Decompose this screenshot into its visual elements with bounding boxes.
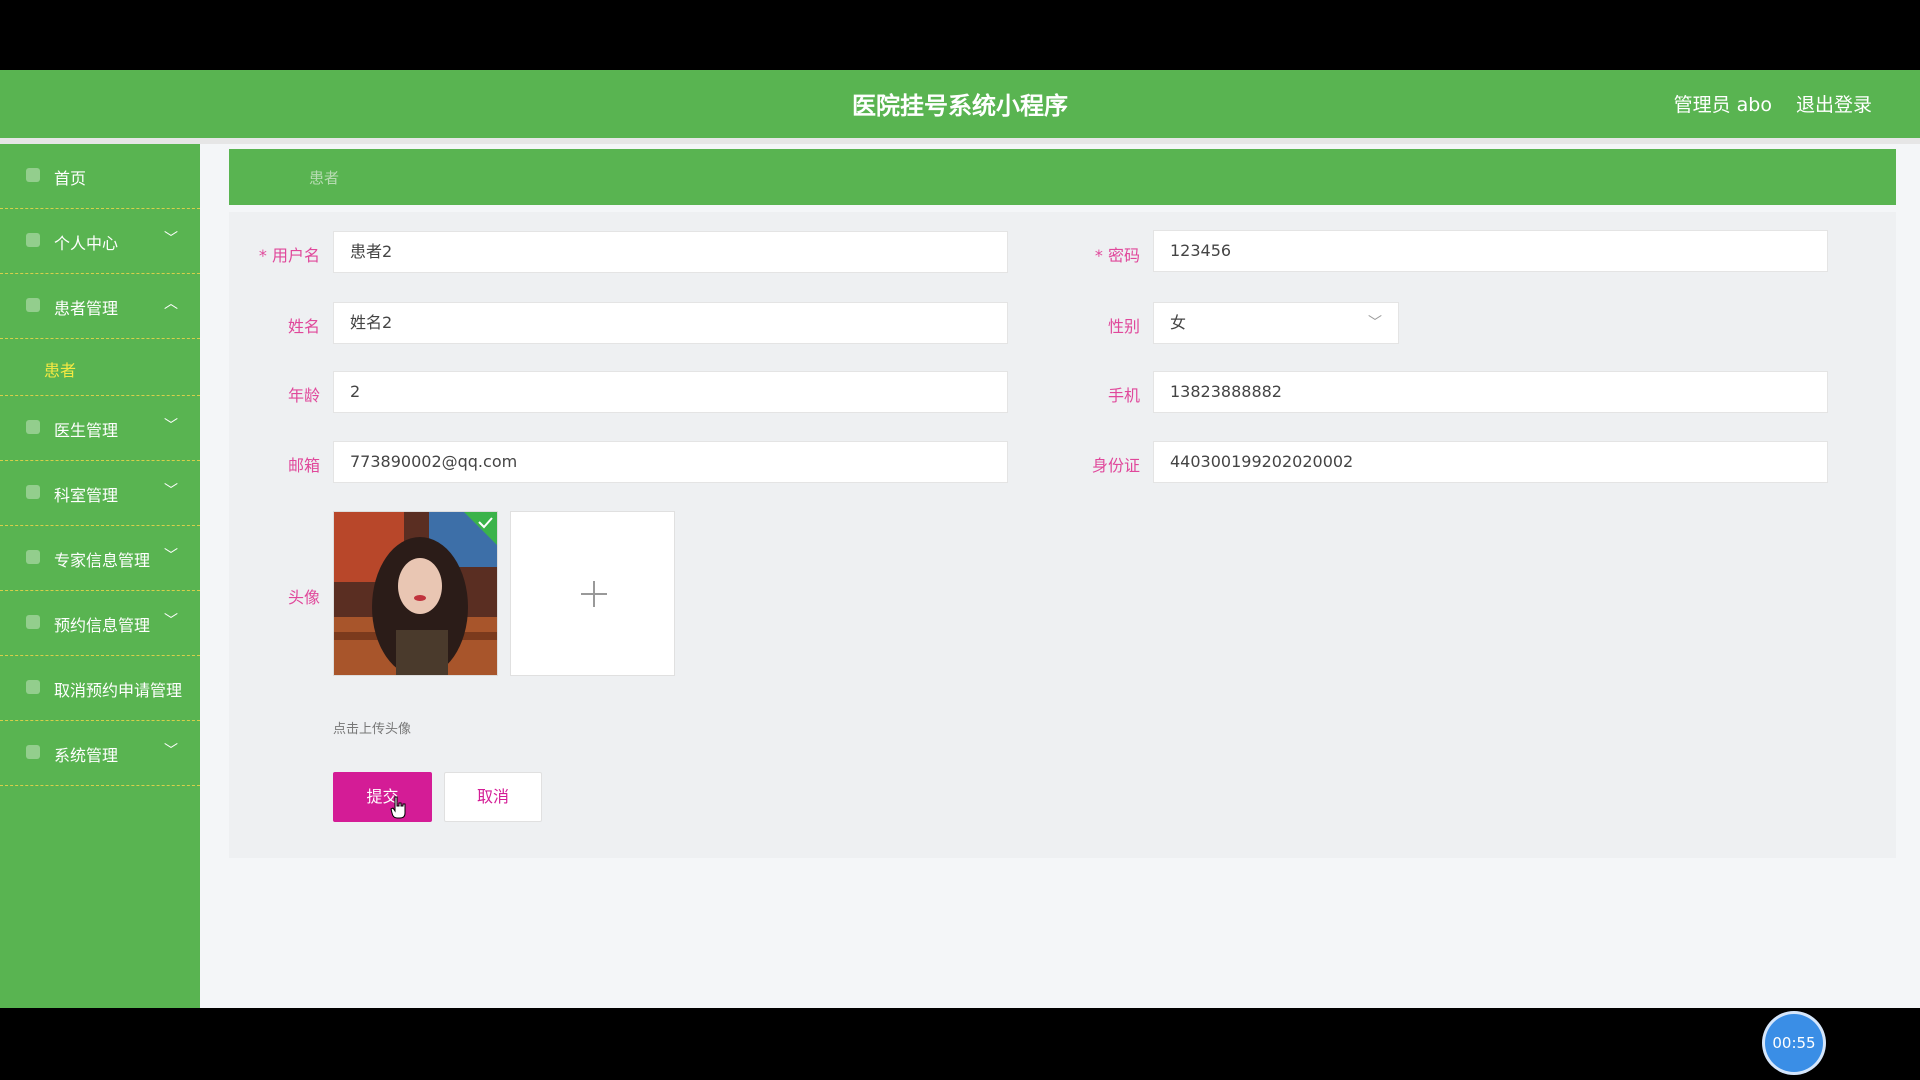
sidebar-item-system-management[interactable]: 系统管理 ﹀ bbox=[0, 721, 200, 786]
settings-icon bbox=[26, 745, 40, 759]
chevron-down-icon: ﹀ bbox=[164, 613, 178, 629]
sidebar-item-label: 患者管理 bbox=[54, 299, 119, 318]
logout-link[interactable]: 退出登录 bbox=[1796, 90, 1872, 117]
sidebar-item-department-management[interactable]: 科室管理 ﹀ bbox=[0, 461, 200, 526]
sidebar-item-label: 预约信息管理 bbox=[54, 616, 151, 635]
chevron-down-icon: ﹀ bbox=[164, 743, 178, 759]
name-field[interactable]: 姓名2 bbox=[333, 302, 1008, 344]
sidebar-item-label: 医生管理 bbox=[54, 421, 119, 440]
expert-icon bbox=[26, 550, 40, 564]
app-window: 医院挂号系统小程序 管理员 abo 退出登录 首页 个人中心 ﹀ 患者管理 ︿ … bbox=[0, 70, 1920, 1072]
avatar-label: 头像 bbox=[287, 588, 320, 607]
cancel-icon bbox=[26, 680, 40, 694]
avatar-upload-hint: 点击上传头像 bbox=[333, 722, 412, 737]
hand-cursor-icon bbox=[390, 796, 406, 819]
breadcrumb-current[interactable]: 患者 bbox=[309, 167, 339, 188]
sidebar-item-appointment-management[interactable]: 预约信息管理 ﹀ bbox=[0, 591, 200, 656]
chevron-down-icon: ﹀ bbox=[164, 418, 178, 434]
sidebar-item-label: 取消预约申请管理 bbox=[54, 681, 183, 700]
sidebar-item-patient-management[interactable]: 患者管理 ︿ bbox=[0, 274, 200, 339]
avatar-upload-button[interactable] bbox=[510, 511, 675, 676]
chevron-down-icon: ﹀ bbox=[164, 231, 178, 247]
age-label: 年龄 bbox=[287, 386, 320, 405]
chevron-down-icon: ﹀ bbox=[164, 483, 178, 499]
submit-button[interactable]: 提交 bbox=[333, 772, 432, 822]
chevron-up-icon: ︿ bbox=[164, 296, 178, 312]
sidebar: 首页 个人中心 ﹀ 患者管理 ︿ 患者 医生管理 ﹀ 科室管理 ﹀ 专家信息管理 bbox=[0, 144, 200, 1008]
avatar-thumbnail[interactable] bbox=[333, 511, 498, 676]
department-icon bbox=[26, 485, 40, 499]
cancel-button[interactable]: 取消 bbox=[444, 772, 542, 822]
sidebar-item-label: 专家信息管理 bbox=[54, 551, 151, 570]
plus-icon-vertical bbox=[593, 581, 595, 607]
breadcrumb: 患者 bbox=[229, 149, 1896, 205]
top-header: 医院挂号系统小程序 管理员 abo 退出登录 bbox=[0, 70, 1920, 138]
calendar-icon bbox=[26, 615, 40, 629]
header-divider bbox=[0, 138, 1920, 144]
recording-timer-badge: 00:55 bbox=[1765, 1014, 1823, 1072]
sidebar-item-home[interactable]: 首页 bbox=[0, 144, 200, 209]
password-field[interactable]: 123456 bbox=[1153, 230, 1828, 272]
chevron-down-icon: ﹀ bbox=[1368, 315, 1382, 331]
idcard-field[interactable]: 440300199202020002 bbox=[1153, 441, 1828, 483]
sidebar-item-label: 系统管理 bbox=[54, 746, 119, 765]
chevron-down-icon: ﹀ bbox=[164, 548, 178, 564]
age-field[interactable]: 2 bbox=[333, 371, 1008, 413]
username-label: * 用户名 bbox=[258, 246, 320, 265]
username-field[interactable]: 患者2 bbox=[333, 231, 1008, 273]
name-label: 姓名 bbox=[287, 317, 320, 336]
gender-select[interactable]: 女 ﹀ bbox=[1153, 302, 1399, 344]
phone-label: 手机 bbox=[1107, 386, 1140, 405]
sidebar-item-label: 科室管理 bbox=[54, 486, 119, 505]
sidebar-item-expert-management[interactable]: 专家信息管理 ﹀ bbox=[0, 526, 200, 591]
sidebar-item-label: 个人中心 bbox=[54, 234, 119, 253]
sidebar-item-personal-center[interactable]: 个人中心 ﹀ bbox=[0, 209, 200, 274]
user-icon bbox=[26, 233, 40, 247]
current-user: 管理员 abo bbox=[1673, 94, 1772, 116]
email-field[interactable]: 773890002@qq.com bbox=[333, 441, 1008, 483]
sidebar-item-doctor-management[interactable]: 医生管理 ﹀ bbox=[0, 396, 200, 461]
home-icon bbox=[26, 168, 40, 182]
avatar-image bbox=[334, 512, 497, 675]
sidebar-item-label: 首页 bbox=[54, 169, 87, 188]
doctor-icon bbox=[26, 420, 40, 434]
idcard-label: 身份证 bbox=[1091, 456, 1140, 475]
sidebar-subitem-patient[interactable]: 患者 bbox=[0, 339, 200, 396]
phone-field[interactable]: 13823888882 bbox=[1153, 371, 1828, 413]
sidebar-item-label: 患者 bbox=[44, 361, 77, 380]
email-label: 邮箱 bbox=[287, 456, 320, 475]
patient-icon bbox=[26, 298, 40, 312]
sidebar-item-cancel-appointment[interactable]: 取消预约申请管理 bbox=[0, 656, 200, 721]
gender-label: 性别 bbox=[1107, 317, 1140, 336]
gender-select-value: 女 bbox=[1170, 313, 1187, 332]
password-label: * 密码 bbox=[1094, 246, 1140, 265]
app-title: 医院挂号系统小程序 bbox=[852, 92, 1068, 120]
